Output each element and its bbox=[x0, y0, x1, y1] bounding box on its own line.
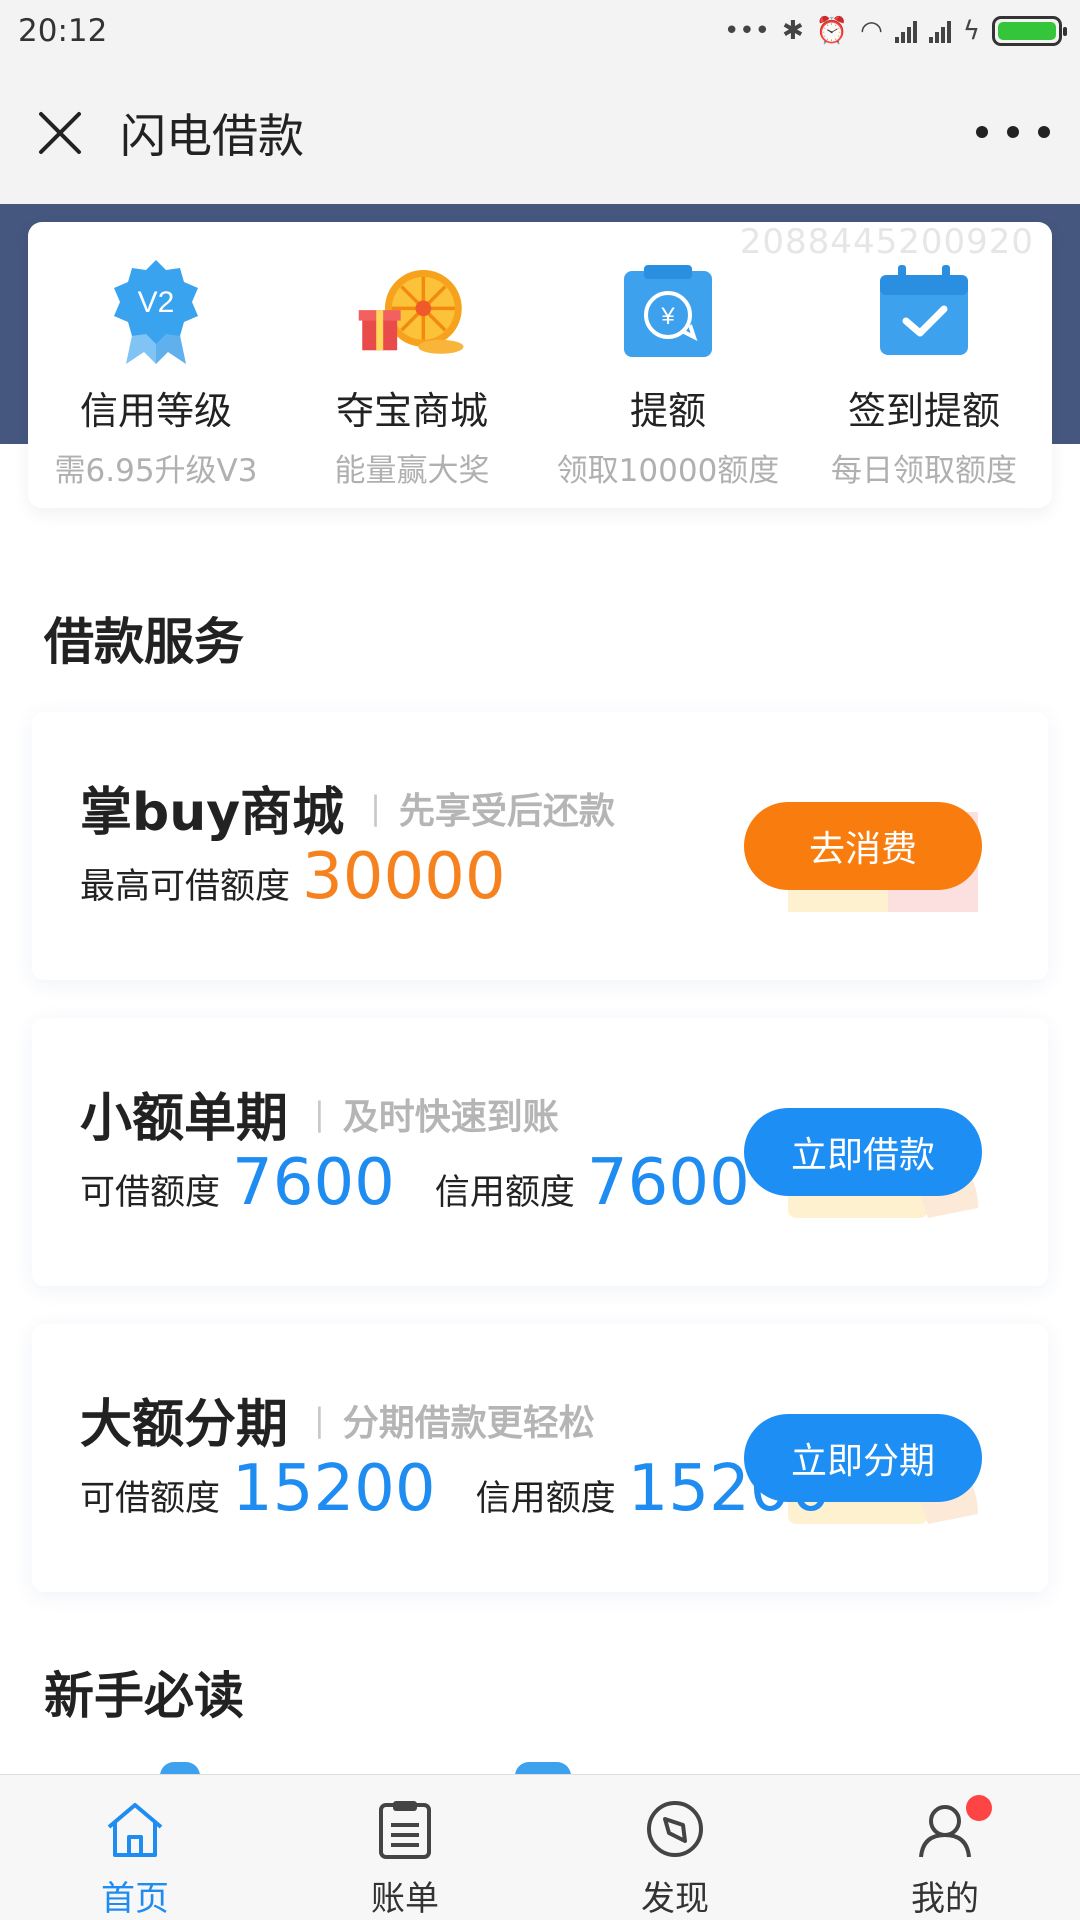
card-separator: | bbox=[370, 788, 381, 827]
tab-bill[interactable]: 账单 bbox=[270, 1775, 540, 1920]
bottom-tab-bar: 首页 账单 发现 我的 bbox=[0, 1774, 1080, 1920]
card-slogan: 及时快速到账 bbox=[342, 1096, 559, 1138]
home-icon bbox=[100, 1797, 170, 1861]
prize-wheel-icon bbox=[357, 256, 467, 366]
quick-item-label: 提额 bbox=[629, 389, 706, 433]
close-icon bbox=[39, 112, 81, 154]
section-title-newbie: 新手必读 bbox=[44, 1667, 244, 1725]
available-amount-label: 可借额度 bbox=[80, 1173, 221, 1213]
quick-item-label: 签到提额 bbox=[847, 389, 1000, 433]
tab-mine[interactable]: 我的 bbox=[810, 1775, 1080, 1920]
calendar-check-icon bbox=[869, 256, 979, 366]
credit-amount-label: 信用额度 bbox=[434, 1173, 575, 1213]
compass-icon bbox=[640, 1797, 710, 1861]
quick-item-sub: 领取10000额度 bbox=[556, 453, 780, 489]
battery-fill bbox=[998, 22, 1056, 40]
quick-item-raise-limit[interactable]: ¥ 提额 领取10000额度 bbox=[540, 256, 796, 490]
quick-item-label: 信用等级 bbox=[79, 389, 232, 433]
status-bar: 20:12 ••• ✱ ⏰ ◠ ϟ bbox=[0, 0, 1080, 62]
alarm-icon: ⏰ bbox=[815, 16, 849, 46]
quick-item-sub: 每日领取额度 bbox=[831, 453, 1017, 489]
signal-icon bbox=[928, 19, 951, 43]
bill-icon bbox=[370, 1797, 440, 1861]
status-icons: ••• ✱ ⏰ ◠ ϟ bbox=[723, 16, 1067, 46]
quick-actions-card: 2088445200920 V2 信用等级 需6.95升级V3 夺宝商城 能量赢… bbox=[28, 222, 1052, 508]
quick-item-label: 夺宝商城 bbox=[335, 389, 488, 433]
tab-label: 账单 bbox=[371, 1879, 439, 1919]
status-time: 20:12 bbox=[18, 13, 108, 49]
svg-text:¥: ¥ bbox=[660, 303, 675, 330]
borrow-now-button[interactable]: 立即借款 bbox=[744, 1108, 982, 1196]
available-amount-value: 15200 bbox=[232, 1452, 436, 1526]
available-amount-label: 可借额度 bbox=[80, 1479, 221, 1519]
quick-item-checkin[interactable]: 签到提额 每日领取额度 bbox=[796, 256, 1052, 490]
card-head: 大额分期 | 分期借款更轻松 bbox=[80, 1382, 595, 1457]
tab-label: 首页 bbox=[101, 1879, 169, 1919]
bluetooth-icon: ✱ bbox=[781, 16, 804, 46]
quota-increase-icon: ¥ bbox=[613, 256, 723, 366]
tab-home[interactable]: 首页 bbox=[0, 1775, 270, 1920]
quick-item-sub: 能量赢大奖 bbox=[334, 453, 490, 489]
badge-level-text: V2 bbox=[138, 286, 175, 319]
available-amount-value: 7600 bbox=[232, 1146, 395, 1220]
card-amount-line: 最高可借额度 30000 bbox=[80, 840, 506, 914]
quick-item-sub: 需6.95升级V3 bbox=[54, 453, 258, 489]
page-title: 闪电借款 bbox=[120, 109, 304, 163]
battery-icon bbox=[992, 16, 1067, 46]
card-amount-line: 可借额度 7600 信用额度 7600 bbox=[80, 1146, 750, 1220]
charging-icon: ϟ bbox=[962, 16, 980, 46]
card-head: 小额单期 | 及时快速到账 bbox=[80, 1076, 559, 1151]
installment-now-button[interactable]: 立即分期 bbox=[744, 1414, 982, 1502]
card-head: 掌buy商城 | 先享受后还款 bbox=[80, 770, 615, 845]
tab-label: 我的 bbox=[911, 1879, 979, 1919]
close-button[interactable] bbox=[0, 62, 120, 204]
wifi-icon: ◠ bbox=[860, 16, 883, 46]
more-dots-icon: ••• bbox=[723, 16, 770, 46]
card-slogan: 分期借款更轻松 bbox=[342, 1402, 595, 1444]
shop-button[interactable]: 去消费 bbox=[744, 802, 982, 890]
credit-amount-label: 信用额度 bbox=[475, 1479, 616, 1519]
tab-label: 发现 bbox=[641, 1879, 709, 1919]
card-separator: | bbox=[314, 1094, 325, 1133]
more-menu-button[interactable] bbox=[976, 112, 1050, 152]
service-card-mall: 掌buy商城 | 先享受后还款 最高可借额度 30000 去消费 bbox=[32, 712, 1048, 980]
section-title-loan-services: 借款服务 bbox=[44, 613, 244, 671]
notification-dot bbox=[966, 1795, 992, 1821]
signal-icon bbox=[894, 19, 917, 43]
quick-actions: V2 信用等级 需6.95升级V3 夺宝商城 能量赢大奖 ¥ 提额 领取1000… bbox=[28, 256, 1052, 490]
amount-label: 最高可借额度 bbox=[80, 867, 291, 907]
card-name: 大额分期 bbox=[80, 1395, 289, 1455]
card-separator: | bbox=[314, 1400, 325, 1439]
tab-discover[interactable]: 发现 bbox=[540, 1775, 810, 1920]
card-amount-line: 可借额度 15200 信用额度 15200 bbox=[80, 1452, 831, 1526]
credit-amount-value: 7600 bbox=[586, 1146, 750, 1220]
service-card-small-loan: 小额单期 | 及时快速到账 可借额度 7600 信用额度 7600 立即借款 bbox=[32, 1018, 1048, 1286]
card-name: 小额单期 bbox=[80, 1089, 289, 1149]
quick-item-treasure-mall[interactable]: 夺宝商城 能量赢大奖 bbox=[284, 256, 540, 490]
quick-item-credit-level[interactable]: V2 信用等级 需6.95升级V3 bbox=[28, 256, 284, 490]
more-dot bbox=[1007, 126, 1019, 138]
card-slogan: 先享受后还款 bbox=[398, 790, 615, 832]
more-dot bbox=[976, 126, 988, 138]
badge-v2-icon: V2 bbox=[101, 256, 211, 366]
nav-bar: 闪电借款 bbox=[0, 62, 1080, 204]
amount-value: 30000 bbox=[302, 840, 506, 914]
service-card-installment: 大额分期 | 分期借款更轻松 可借额度 15200 信用额度 15200 立即分… bbox=[32, 1324, 1048, 1592]
more-dot bbox=[1038, 126, 1050, 138]
card-name: 掌buy商城 bbox=[80, 783, 345, 843]
